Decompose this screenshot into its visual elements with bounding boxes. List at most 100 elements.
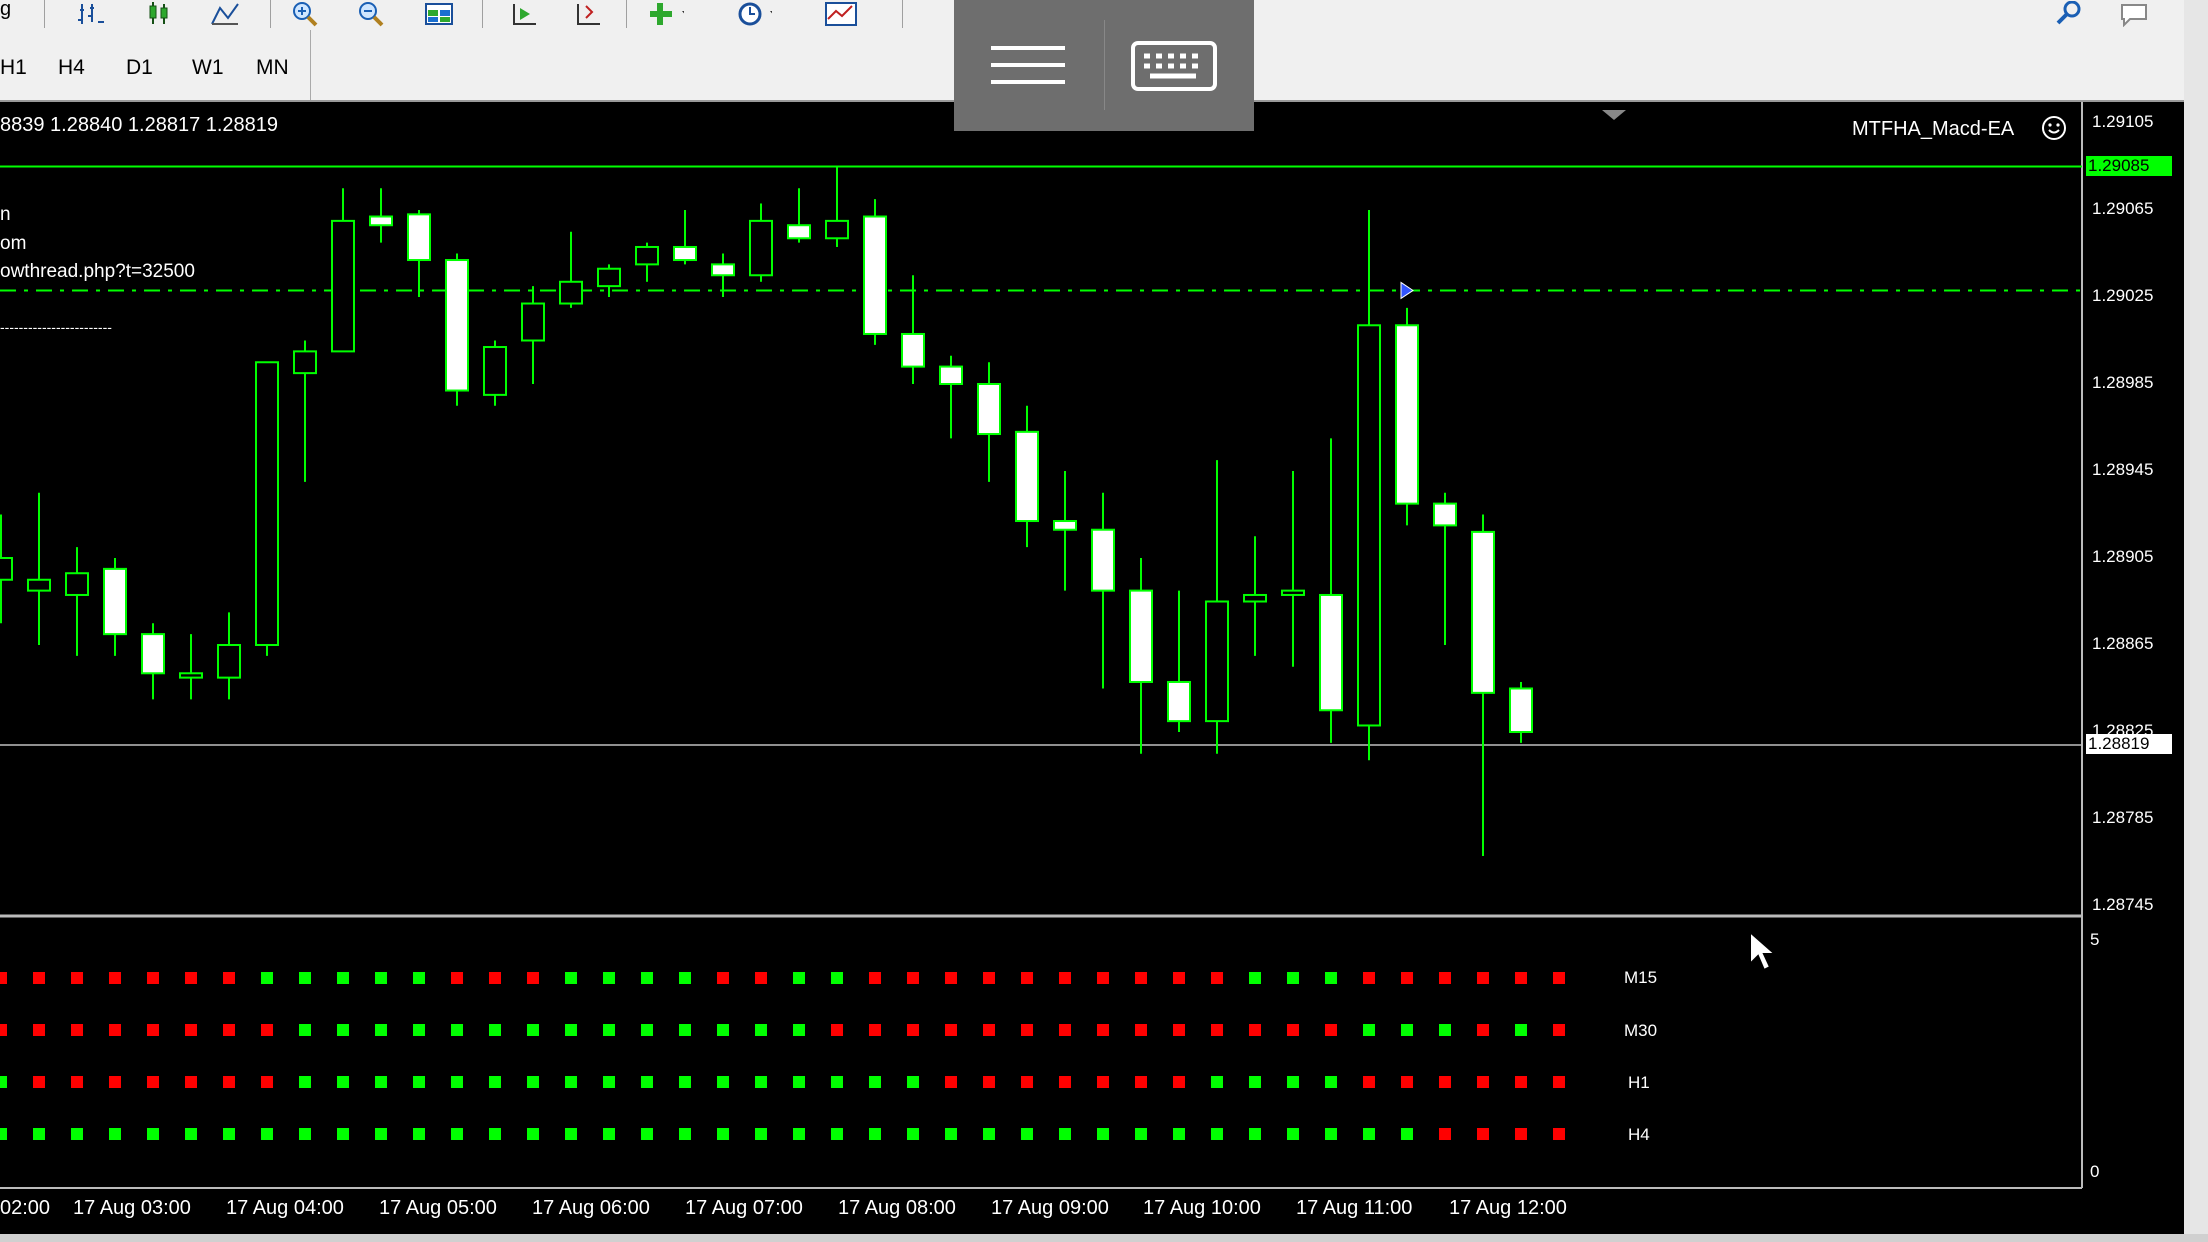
zoom-out-icon[interactable] [354,0,388,28]
mtf-signal-dot [1325,1128,1337,1140]
mtf-signal-dot [1363,972,1375,984]
timeframe-mn[interactable]: MN [256,56,289,80]
candle-body [863,215,887,335]
mtf-signal-dot [679,1128,691,1140]
candle [977,362,1001,482]
mtf-signal-dot [1439,972,1451,984]
mtf-signal-dot [1401,972,1413,984]
candle-body [1091,528,1115,592]
mtf-signal-dot [0,972,7,984]
price-label: 1.28985 [2092,373,2154,392]
chat-icon[interactable] [2118,0,2152,28]
mtf-signal-dot [983,1024,995,1036]
price-label: 1.28945 [2092,460,2154,479]
indicator-row-label-m30: M30 [1624,1021,1658,1040]
mtf-signal-dot [717,1024,729,1036]
price-label: 1.29065 [2092,199,2154,218]
timeframe-h4[interactable]: H4 [58,56,85,80]
mtf-signal-dot [299,1128,311,1140]
templates-icon[interactable] [824,0,858,28]
mtf-signal-dot [1135,972,1147,984]
candle [901,275,925,384]
mtf-signal-dot [679,972,691,984]
candle [1167,590,1191,732]
mtf-signal-dot [603,1076,615,1088]
candle-body [141,633,165,675]
toolbar-separator [902,0,903,28]
candle-body [787,224,811,240]
candle-body [179,672,203,679]
candle-body [597,267,621,288]
candle [1395,307,1419,526]
candle [635,242,659,282]
mtf-signal-dot [261,1024,273,1036]
mtf-signal-dot [109,1024,121,1036]
mtf-signal-dot [1135,1128,1147,1140]
zoom-in-icon[interactable] [288,0,322,28]
mtf-signal-dot [261,1128,273,1140]
indicator-row-label-h1: H1 [1628,1073,1650,1092]
mtf-signal-dot [299,972,311,984]
candle [217,612,241,700]
mtf-signal-dot [1097,1128,1109,1140]
mtf-signal-dot [109,1076,121,1088]
mtf-signal-dot [1477,1128,1489,1140]
candle-body [1167,680,1191,723]
search-icon[interactable] [2052,0,2086,28]
hamburger-menu-icon[interactable] [989,40,1069,90]
autoscroll-icon[interactable] [506,0,540,28]
mtf-signal-dot [907,1076,919,1088]
mtf-signal-dot [71,1076,83,1088]
indicator-scale-max: 5 [2090,930,2100,949]
mtf-signal-dot [1439,1076,1451,1088]
mtf-signal-dot [223,972,235,984]
keyboard-icon[interactable] [1130,38,1220,96]
candles-icon[interactable] [142,0,176,28]
mtf-signal-dot [1363,1128,1375,1140]
mtf-signal-dot [1097,1076,1109,1088]
candle-body [1433,502,1457,527]
mtf-signal-dot [983,1076,995,1088]
timeframe-w1[interactable]: W1 [192,56,224,80]
mtf-signal-dot [1553,1024,1565,1036]
mtf-signal-dot [907,972,919,984]
chart-shift-icon[interactable] [570,0,604,28]
crosshair-bars-icon[interactable] [74,0,108,28]
price-chart[interactable] [0,102,2184,1234]
candle-body [1281,589,1305,596]
toolbar-separator [482,0,483,28]
timeframe-h1[interactable]: H1 [0,56,27,80]
candle-body [103,567,127,636]
chart-shift-marker[interactable] [1602,110,1626,120]
indicators-icon[interactable] [650,0,684,28]
time-label: 17 Aug 04:00 [226,1197,344,1219]
tile-windows-icon[interactable] [422,0,456,28]
mtf-signal-dot [375,1128,387,1140]
mtf-signal-dot [451,1024,463,1036]
candle-body [255,361,279,646]
mtf-signal-dot [1173,1128,1185,1140]
mtf-signal-dot [1249,1128,1261,1140]
candle-body [65,572,89,596]
periods-icon[interactable] [738,0,772,28]
candle [1281,471,1305,667]
mtf-signal-dot [1021,1076,1033,1088]
line-chart-icon[interactable] [208,0,242,28]
timeframe-d1[interactable]: D1 [126,56,153,80]
mtf-signal-dot [527,1128,539,1140]
mtf-signal-dot [1173,972,1185,984]
mtf-signal-dot [223,1076,235,1088]
candle [1015,405,1039,548]
mtf-signal-dot [337,1128,349,1140]
mtf-signal-dot [147,972,159,984]
mtf-signal-dot [489,1024,501,1036]
mtf-signal-dot [1439,1128,1451,1140]
candle [1205,460,1229,754]
candle-body [635,245,659,266]
candle-body [1509,687,1533,733]
mtf-signal-dot [489,972,501,984]
time-label: 17 Aug 09:00 [991,1197,1109,1219]
mtf-signal-dot [1287,1076,1299,1088]
candle [1509,681,1533,743]
mtf-signal-dot [1363,1024,1375,1036]
